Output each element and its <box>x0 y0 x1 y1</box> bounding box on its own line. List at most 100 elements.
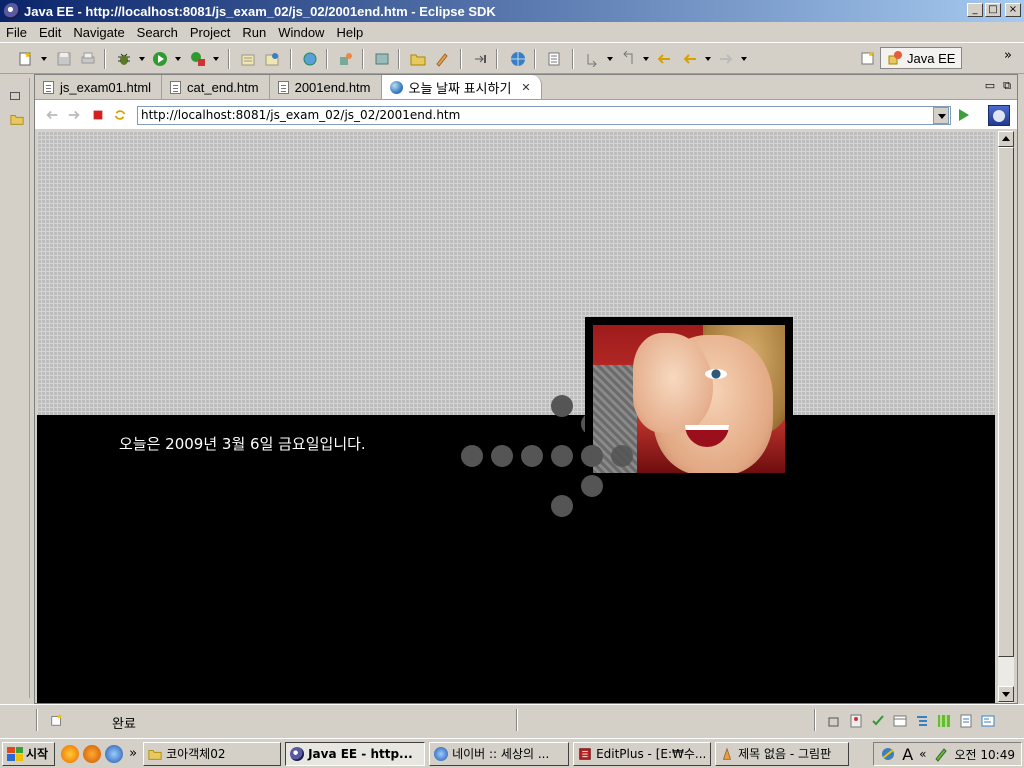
restore-view-icon[interactable] <box>826 713 842 729</box>
ie-icon <box>434 746 449 761</box>
run-dropdown-icon[interactable] <box>175 57 181 61</box>
menu-run[interactable]: Run <box>242 25 266 40</box>
snippets-icon[interactable] <box>958 713 974 729</box>
properties-icon[interactable] <box>892 713 908 729</box>
globe-icon[interactable] <box>510 51 526 67</box>
eclipse-icon <box>4 3 20 19</box>
quick-launch: » <box>61 744 139 763</box>
go-icon[interactable] <box>959 109 969 121</box>
new-web-project-icon[interactable] <box>264 51 280 67</box>
toolbar-overflow-icon[interactable]: » <box>1004 48 1012 63</box>
tasks-icon[interactable] <box>870 713 886 729</box>
external-tools-icon[interactable] <box>190 51 206 67</box>
quicklaunch-overflow-icon[interactable]: » <box>129 746 137 761</box>
taskbar-item-editplus[interactable]: EditPlus - [E:₩수... <box>573 741 712 766</box>
windows-logo-icon <box>7 746 23 761</box>
tab-2001end[interactable]: 2001end.htm <box>270 75 382 99</box>
menu-navigate[interactable]: Navigate <box>73 25 124 40</box>
external-tools-dropdown-icon[interactable] <box>213 57 219 61</box>
menu-search[interactable]: Search <box>137 25 178 40</box>
tab-browser-today[interactable]: 오늘 날짜 표시하기 ✕ <box>381 75 542 99</box>
open-browser-icon[interactable] <box>302 51 318 67</box>
tab-cat-end[interactable]: cat_end.htm <box>162 75 270 99</box>
prev-annotation-icon[interactable] <box>620 51 636 67</box>
deploy-icon[interactable] <box>338 51 354 67</box>
forward-icon[interactable] <box>67 108 81 122</box>
new-icon[interactable] <box>18 51 34 67</box>
scroll-up-icon[interactable] <box>998 131 1014 147</box>
new-server-icon[interactable] <box>240 51 256 67</box>
servers-icon[interactable] <box>848 713 864 729</box>
stop-icon[interactable] <box>91 108 105 122</box>
internet-explorer-icon[interactable] <box>105 744 124 763</box>
taskbar-item-eclipse[interactable]: Java EE - http... <box>285 741 426 766</box>
window-controls: _ □ × <box>967 3 1021 17</box>
close-button[interactable]: × <box>1005 3 1021 17</box>
open-perspective-icon[interactable] <box>860 50 876 66</box>
last-edit-icon[interactable] <box>656 51 672 67</box>
restore-icon[interactable] <box>10 92 20 100</box>
outline-icon[interactable] <box>914 713 930 729</box>
database-icon[interactable] <box>374 51 390 67</box>
run-icon[interactable] <box>152 51 168 67</box>
html-file-icon <box>43 80 54 94</box>
forward-dropdown-icon[interactable] <box>741 57 747 61</box>
close-tab-icon[interactable]: ✕ <box>521 81 530 94</box>
project-explorer-icon[interactable] <box>10 112 24 126</box>
taskbar-item-label: 제목 없음 - 그림판 <box>738 747 832 761</box>
save-icon[interactable] <box>56 51 72 67</box>
vertical-scrollbar[interactable] <box>997 131 1014 703</box>
menu-help[interactable]: Help <box>336 25 363 40</box>
back-icon[interactable] <box>682 51 698 67</box>
skip-icon[interactable] <box>472 51 488 67</box>
debug-icon[interactable] <box>116 51 132 67</box>
next-annotation-icon[interactable] <box>584 51 600 67</box>
taskbar-item-browser[interactable]: 네이버 :: 세상의 ... <box>429 741 570 766</box>
map-icon[interactable] <box>936 713 952 729</box>
java-ee-perspective-button[interactable]: Java EE <box>880 47 963 69</box>
pen-icon[interactable] <box>933 746 949 762</box>
start-button[interactable]: 시작 <box>2 741 56 766</box>
next-annotation-dropdown-icon[interactable] <box>607 57 613 61</box>
ime-icon[interactable]: A <box>902 745 913 764</box>
url-input[interactable]: http://localhost:8081/js_exam_02/js_02/2… <box>137 106 951 125</box>
window-title-bar[interactable]: Java EE - http://localhost:8081/js_exam_… <box>0 0 1024 22</box>
tab-js-exam01[interactable]: js_exam01.html <box>35 75 163 99</box>
debug-dropdown-icon[interactable] <box>139 57 145 61</box>
scroll-down-icon[interactable] <box>998 686 1014 702</box>
menu-project[interactable]: Project <box>190 25 230 40</box>
print-icon[interactable] <box>80 51 96 67</box>
menu-file[interactable]: File <box>6 25 27 40</box>
open-folder-icon[interactable] <box>410 51 426 67</box>
network-icon[interactable] <box>880 746 896 762</box>
loading-dot <box>491 445 513 467</box>
refresh-icon[interactable] <box>113 108 127 122</box>
quicklaunch-app-icon[interactable] <box>61 744 80 763</box>
quicklaunch-app-icon[interactable] <box>83 744 102 763</box>
tray-collapse-icon[interactable]: « <box>919 747 926 761</box>
tab-label: 오늘 날짜 표시하기 <box>408 80 512 96</box>
forward-icon[interactable] <box>718 51 734 67</box>
fast-view-icon[interactable] <box>50 713 64 727</box>
open-external-browser-icon[interactable] <box>988 105 1010 126</box>
maximize-view-icon[interactable]: ⧉ <box>1003 79 1011 93</box>
new-dropdown-icon[interactable] <box>41 57 47 61</box>
windows-taskbar: 시작 » 코아객체02 Java EE - http... 네이버 :: 세상의… <box>0 738 1024 768</box>
annotation-icon[interactable] <box>546 51 562 67</box>
back-icon[interactable] <box>45 108 59 122</box>
menu-edit[interactable]: Edit <box>39 25 61 40</box>
maximize-button[interactable]: □ <box>985 3 1001 17</box>
toolbar-separator <box>398 49 400 69</box>
taskbar-item-paint[interactable]: 제목 없음 - 그림판 <box>715 741 850 766</box>
url-dropdown-icon[interactable] <box>933 107 949 124</box>
prev-annotation-dropdown-icon[interactable] <box>643 57 649 61</box>
back-dropdown-icon[interactable] <box>705 57 711 61</box>
scroll-thumb[interactable] <box>998 147 1014 657</box>
console-icon[interactable] <box>980 713 996 729</box>
pencil-icon[interactable] <box>434 51 450 67</box>
menu-window[interactable]: Window <box>278 25 324 40</box>
minimize-button[interactable]: _ <box>967 3 983 17</box>
minimize-view-icon[interactable]: ▭ <box>985 79 995 93</box>
taskbar-item-folder[interactable]: 코아객체02 <box>143 741 282 766</box>
html-file-icon <box>170 80 182 94</box>
